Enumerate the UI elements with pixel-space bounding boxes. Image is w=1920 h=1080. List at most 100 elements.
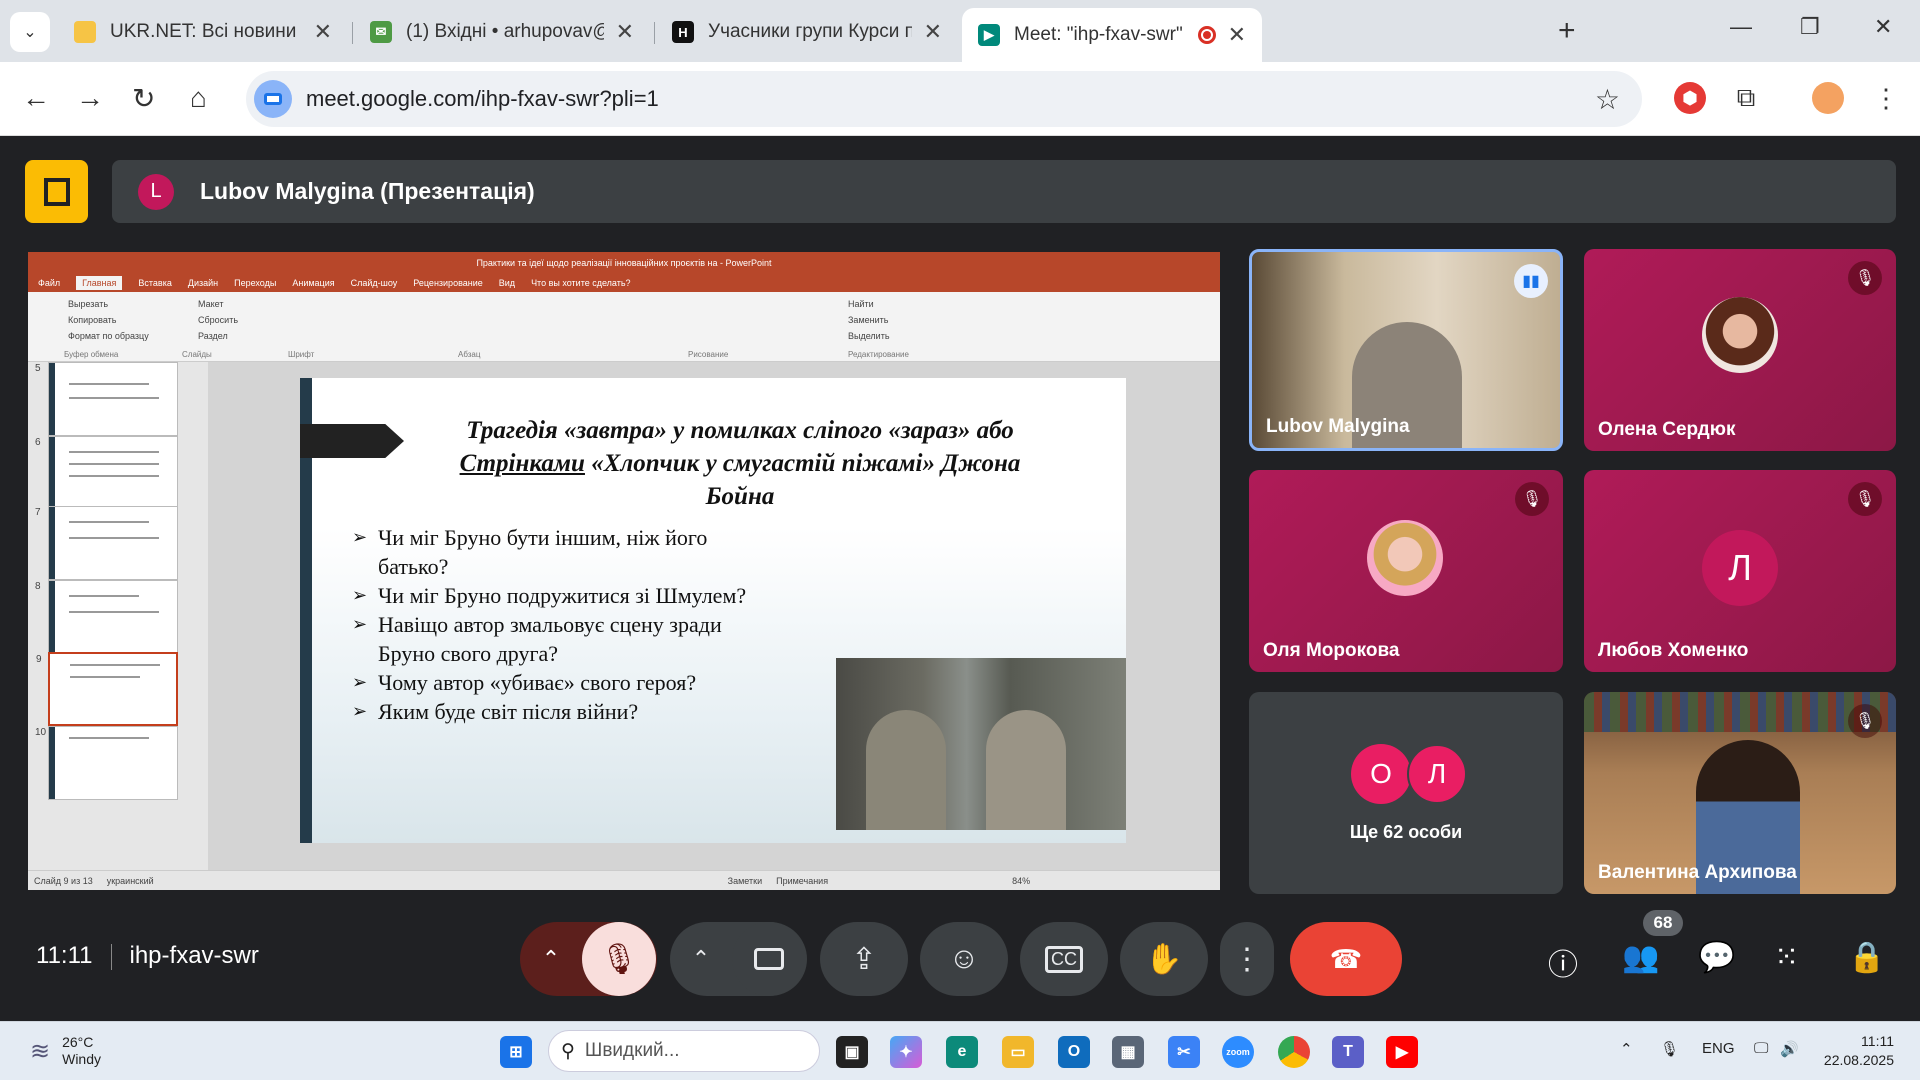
- meet-favicon-icon: ▶: [978, 24, 1000, 46]
- chrome-icon[interactable]: [1278, 1036, 1310, 1068]
- ribbon-tab: Вид: [498, 278, 516, 288]
- powerpoint-status-bar: Слайд 9 из 13 украинский Заметки Примеча…: [28, 870, 1220, 890]
- minimize-icon[interactable]: —: [1730, 14, 1752, 40]
- omnibox[interactable]: meet.google.com/ihp-fxav-swr?pli=1 ☆: [246, 71, 1642, 127]
- presentation-toggle-button[interactable]: [25, 160, 88, 223]
- snipping-tool-icon[interactable]: ✂: [1168, 1036, 1200, 1068]
- windows-start-icon[interactable]: ⊞: [500, 1036, 532, 1068]
- new-tab-plus-icon[interactable]: +: [1558, 14, 1576, 48]
- ribbon-group-label: Буфер обмена: [64, 350, 119, 359]
- raise-hand-button[interactable]: ✋: [1120, 922, 1208, 996]
- participants-count-badge: 68: [1643, 910, 1683, 936]
- weather-widget[interactable]: ≋ 26°C Windy: [30, 1034, 101, 1068]
- tab-meet[interactable]: ▶ Meet: "ihp-fxav-swr" ✕: [962, 8, 1262, 62]
- activities-grid-icon[interactable]: ⁙: [1774, 940, 1799, 975]
- slide-thumb: 10: [35, 726, 178, 800]
- meet-site-icon[interactable]: [254, 80, 292, 118]
- ribbon-tabs: Файл Главная Вставка Дизайн Переходы Ани…: [28, 274, 1220, 292]
- input-language[interactable]: ENG: [1702, 1040, 1735, 1057]
- ribbon-tell-me: Что вы хотите сделать?: [531, 278, 631, 288]
- meeting-info: 11:11 ihp-fxav-swr: [36, 942, 259, 970]
- camera-options-chevron-icon[interactable]: ⌃: [670, 946, 732, 972]
- restore-icon[interactable]: ❐: [1800, 14, 1820, 40]
- slide-bullets: Чи міг Бруно бути іншим, ніж його батько…: [352, 523, 772, 726]
- camera-button[interactable]: [732, 922, 806, 996]
- back-arrow-icon[interactable]: ←: [22, 82, 50, 114]
- avatar: [1702, 297, 1778, 373]
- bookmark-star-icon[interactable]: ☆: [1595, 83, 1620, 116]
- mic-options-chevron-icon[interactable]: ⌃: [520, 946, 582, 972]
- chat-icon[interactable]: 💬: [1698, 940, 1735, 975]
- people-icon[interactable]: 👥: [1622, 940, 1659, 975]
- edge-icon[interactable]: e: [946, 1036, 978, 1068]
- taskbar-clock[interactable]: 11:11 22.08.2025: [1824, 1032, 1894, 1070]
- task-view-icon[interactable]: ▣: [836, 1036, 868, 1068]
- microphone-tray-icon[interactable]: 🎙: [1660, 1040, 1679, 1058]
- extension-shield-icon[interactable]: ⬢: [1674, 82, 1706, 114]
- slide-thumb-selected: 9: [36, 652, 178, 726]
- search-icon: ⚲: [561, 1040, 575, 1062]
- participant-tile[interactable]: 🎙 Валентина Архипова: [1584, 692, 1896, 894]
- muted-mic-icon: 🎙: [1848, 261, 1882, 295]
- forward-arrow-icon[interactable]: →: [76, 82, 104, 114]
- tab-search-chevron-icon[interactable]: ⌄: [10, 12, 50, 52]
- reload-icon[interactable]: ↻: [132, 82, 155, 115]
- close-window-icon[interactable]: ✕: [1874, 14, 1892, 40]
- menu-kebab-icon[interactable]: ⋮: [1870, 82, 1902, 114]
- ribbon-tab: Рецензирование: [413, 278, 483, 288]
- ribbon-group-label: Шрифт: [288, 350, 315, 359]
- mic-muted-button[interactable]: 🎙: [582, 922, 656, 996]
- camera-icon: [754, 948, 784, 970]
- more-options-button[interactable]: ⋮: [1220, 922, 1274, 996]
- hang-up-icon: ☎: [1329, 943, 1363, 974]
- slide-thumb: 6: [35, 436, 178, 510]
- close-tab-icon[interactable]: ✕: [924, 19, 942, 45]
- host-controls-lock-icon[interactable]: 🔒: [1848, 940, 1885, 975]
- tab-mail[interactable]: ✉ (1) Вхідні • arhupovav@ukr.net ✕: [354, 8, 650, 56]
- calculator-icon[interactable]: ▦: [1112, 1036, 1144, 1068]
- network-icon[interactable]: 🖵: [1754, 1040, 1768, 1057]
- home-icon[interactable]: ⌂: [190, 82, 207, 114]
- tray-chevron-icon[interactable]: ⌃: [1620, 1040, 1633, 1058]
- camera-control-group: ⌃: [670, 922, 807, 996]
- zoom-icon[interactable]: zoom: [1222, 1036, 1254, 1068]
- file-explorer-icon[interactable]: ▭: [1002, 1036, 1034, 1068]
- profile-avatar[interactable]: [1812, 82, 1844, 114]
- teams-icon[interactable]: T: [1332, 1036, 1364, 1068]
- ukrnet-favicon-icon: [74, 21, 96, 43]
- copilot-icon[interactable]: ✦: [890, 1036, 922, 1068]
- participant-tile[interactable]: 🎙 Л Любов Хоменко: [1584, 470, 1896, 672]
- captions-button[interactable]: CC: [1020, 922, 1108, 996]
- leave-call-button[interactable]: ☎: [1290, 922, 1402, 996]
- muted-mic-icon: 🎙: [1515, 482, 1549, 516]
- h-favicon-icon: H: [672, 21, 694, 43]
- participant-tile[interactable]: 🎙 Олена Сердюк: [1584, 249, 1896, 451]
- close-tab-icon[interactable]: ✕: [616, 19, 634, 45]
- captions-icon: CC: [1045, 945, 1083, 973]
- meet-controls-bar: 11:11 ihp-fxav-swr ⌃ 🎙 ⌃ ⇪ ☺ CC ✋ ⋮ ☎ ⓘ 6…: [0, 910, 1920, 1020]
- extensions-puzzle-icon[interactable]: ⧉: [1730, 82, 1762, 114]
- outlook-icon[interactable]: O: [1058, 1036, 1090, 1068]
- ribbon-tab: Слайд-шоу: [350, 278, 398, 288]
- bullet-item: Чому автор «убиває» свого героя?: [352, 668, 772, 697]
- meeting-details-info-icon[interactable]: ⓘ: [1548, 940, 1578, 984]
- volume-icon[interactable]: 🔊: [1780, 1040, 1799, 1058]
- ribbon-group-label: Слайды: [182, 350, 212, 359]
- present-screen-button[interactable]: ⇪: [820, 922, 908, 996]
- taskbar-search[interactable]: ⚲ Швидкий...: [548, 1030, 820, 1072]
- address-bar-row: ← → ↻ ⌂ meet.google.com/ihp-fxav-swr?pli…: [0, 62, 1920, 136]
- participant-tile[interactable]: 🎙 Оля Морокова: [1249, 470, 1563, 672]
- slide-title: Трагедія «завтра» у помилках сліпого «за…: [459, 417, 1021, 510]
- participant-tile[interactable]: ▮▮ Lubov Malygina: [1249, 249, 1563, 451]
- url-text[interactable]: meet.google.com/ihp-fxav-swr?pli=1: [306, 86, 659, 112]
- more-participants-tile[interactable]: О Л Ще 62 особи: [1249, 692, 1563, 894]
- tab-group-members[interactable]: H Учасники групи Курси підвищ ✕: [656, 8, 958, 56]
- speaking-indicator-icon: ▮▮: [1514, 264, 1548, 298]
- tab-ukrnet[interactable]: UKR.NET: Всі новини України, с ✕: [58, 8, 348, 56]
- youtube-icon[interactable]: ▶: [1386, 1036, 1418, 1068]
- ribbon-group-label: Редактирование: [848, 350, 909, 359]
- avatar: О: [1351, 744, 1411, 804]
- close-tab-icon[interactable]: ✕: [314, 19, 332, 45]
- close-tab-icon[interactable]: ✕: [1228, 22, 1246, 48]
- reactions-button[interactable]: ☺: [920, 922, 1008, 996]
